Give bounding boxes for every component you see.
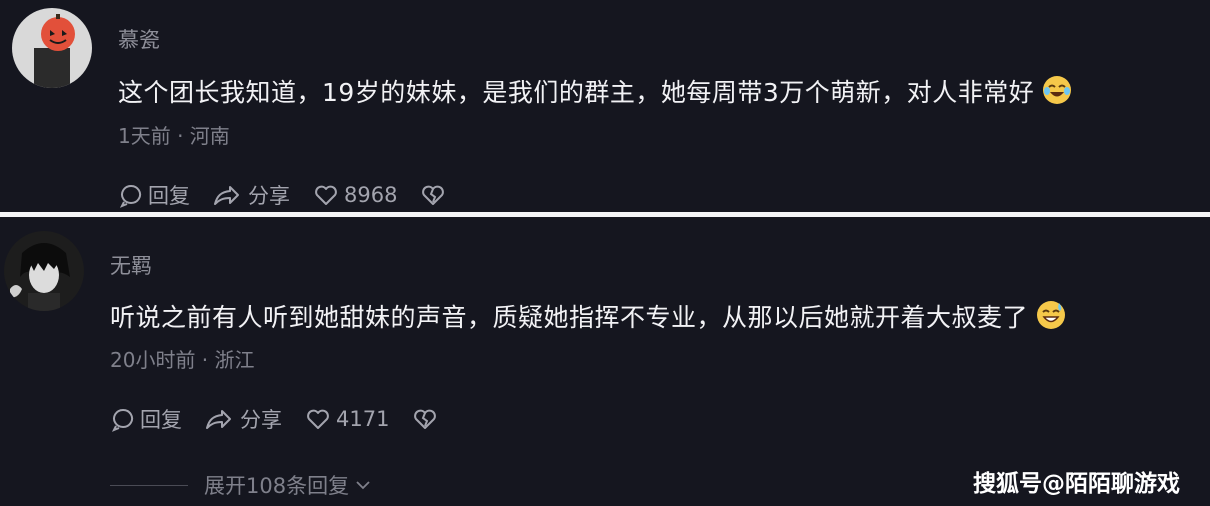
comment-meta: 20小时前 · 浙江: [110, 348, 255, 372]
reply-button[interactable]: 回复: [110, 404, 182, 434]
comment-actions: 回复 分享 8968: [118, 180, 473, 210]
like-count: 8968: [344, 183, 398, 207]
avatar[interactable]: [12, 8, 92, 88]
username[interactable]: 慕瓷: [118, 24, 160, 54]
dislike-button[interactable]: [411, 406, 443, 432]
reply-label: 回复: [140, 408, 182, 432]
heart-icon: [315, 185, 337, 205]
comment-body: 这个团长我知道，19岁的妹妹，是我们的群主，她每周带3万个萌新，对人非常好: [118, 78, 1035, 107]
share-label: 分享: [240, 408, 282, 432]
dislike-button[interactable]: [419, 182, 451, 208]
reply-label: 回复: [148, 184, 190, 208]
comment-text: 听说之前有人听到她甜妹的声音，质疑她指挥不专业，从那以后她就开着大叔麦了: [110, 298, 1066, 336]
expand-label: 展开108条回复: [204, 474, 350, 498]
comment-icon: [111, 409, 134, 432]
like-button[interactable]: 8968: [312, 182, 397, 208]
share-icon: [214, 186, 239, 205]
comment-meta: 1天前 · 河南: [118, 124, 230, 148]
expand-line: [110, 484, 188, 486]
like-count: 4171: [336, 407, 390, 431]
expand-replies-button[interactable]: 展开108条回复: [110, 470, 373, 500]
comment-card: 无羁 听说之前有人听到她甜妹的声音，质疑她指挥不专业，从那以后她就开着大叔麦了 …: [0, 217, 1210, 506]
sweat-smile-emoji: [1036, 300, 1066, 336]
heart-icon: [307, 409, 329, 429]
chevron-down-icon: [356, 481, 370, 490]
reply-button[interactable]: 回复: [118, 180, 190, 210]
comment-card: 慕瓷 这个团长我知道，19岁的妹妹，是我们的群主，她每周带3万个萌新，对人非常好…: [0, 0, 1210, 212]
laughing-tears-emoji: [1042, 75, 1072, 111]
share-icon: [206, 410, 231, 429]
username[interactable]: 无羁: [110, 250, 152, 280]
share-label: 分享: [248, 184, 290, 208]
share-button[interactable]: 分享: [204, 404, 282, 434]
comment-text: 这个团长我知道，19岁的妹妹，是我们的群主，她每周带3万个萌新，对人非常好: [118, 73, 1072, 111]
broken-heart-icon: [422, 185, 445, 205]
comment-body: 听说之前有人听到她甜妹的声音，质疑她指挥不专业，从那以后她就开着大叔麦了: [110, 303, 1029, 332]
comment-icon: [119, 185, 142, 208]
broken-heart-icon: [414, 409, 437, 429]
share-button[interactable]: 分享: [212, 180, 290, 210]
watermark: 搜狐号@陌陌聊游戏: [973, 471, 1180, 497]
like-button[interactable]: 4171: [304, 406, 389, 432]
comment-actions: 回复 分享 4171: [110, 404, 465, 434]
avatar[interactable]: [4, 231, 84, 311]
